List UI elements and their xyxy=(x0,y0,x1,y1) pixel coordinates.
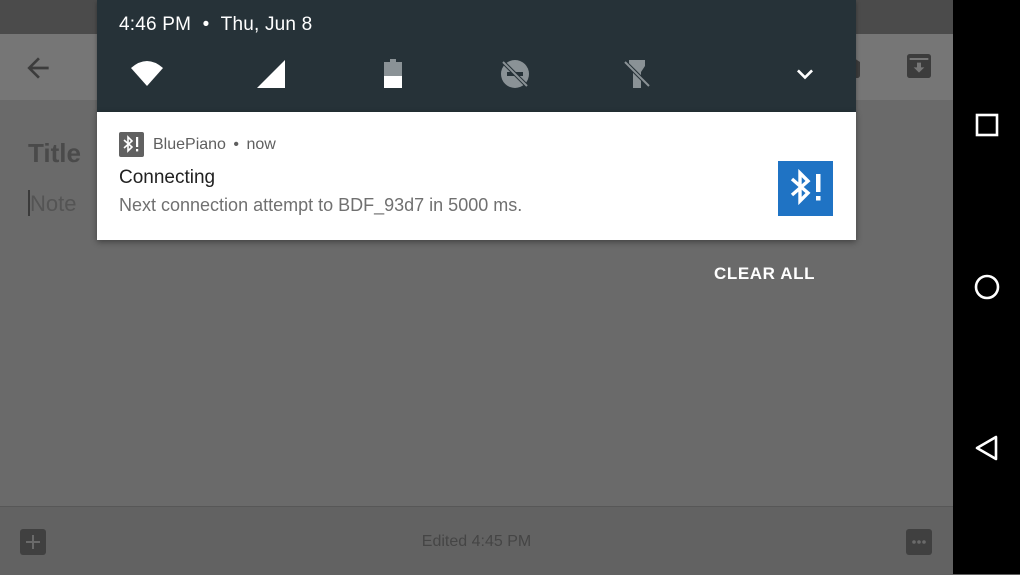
app-bottom-bar: Edited 4:45 PM xyxy=(0,506,953,575)
shade-time: 4:46 PM xyxy=(119,14,192,35)
more-icon[interactable] xyxy=(906,529,932,555)
note-title-field[interactable]: Title xyxy=(28,138,81,169)
recents-icon[interactable] xyxy=(969,107,1005,143)
back-arrow-icon[interactable] xyxy=(22,52,54,84)
notification-app-separator: • xyxy=(233,136,240,153)
shade-separator: • xyxy=(202,14,210,35)
note-body-field[interactable]: Note xyxy=(28,190,76,217)
cell-signal-icon[interactable] xyxy=(253,56,289,92)
flashlight-off-icon[interactable] xyxy=(619,56,655,92)
edited-timestamp: Edited 4:45 PM xyxy=(421,533,532,550)
bluetooth-alert-icon xyxy=(778,161,833,216)
back-icon[interactable] xyxy=(969,430,1005,466)
notification-app-name: BluePiano xyxy=(153,136,226,153)
notification-shade-header: 4:46 PM • Thu, Jun 8 xyxy=(97,0,856,112)
notification-app-line: BluePiano • now xyxy=(153,136,276,154)
shade-datetime: 4:46 PM • Thu, Jun 8 xyxy=(119,14,312,36)
battery-icon[interactable] xyxy=(375,56,411,92)
notification-title: Connecting xyxy=(119,167,216,188)
do-not-disturb-off-icon[interactable] xyxy=(497,56,533,92)
notification-card[interactable]: BluePiano • now Connecting Next connecti… xyxy=(97,112,856,240)
wifi-icon[interactable] xyxy=(129,56,165,92)
notification-text: Next connection attempt to BDF_93d7 in 5… xyxy=(119,195,523,215)
home-icon[interactable] xyxy=(969,269,1005,305)
clear-all-button[interactable]: CLEAR ALL xyxy=(714,264,815,284)
expand-icon[interactable] xyxy=(789,58,821,90)
note-body-placeholder: Note xyxy=(30,191,77,216)
notification-time: now xyxy=(246,136,276,153)
shade-date: Thu, Jun 8 xyxy=(220,14,313,35)
navigation-bar xyxy=(953,0,1020,574)
bluetooth-alert-icon xyxy=(119,132,144,157)
archive-icon[interactable] xyxy=(903,50,935,82)
